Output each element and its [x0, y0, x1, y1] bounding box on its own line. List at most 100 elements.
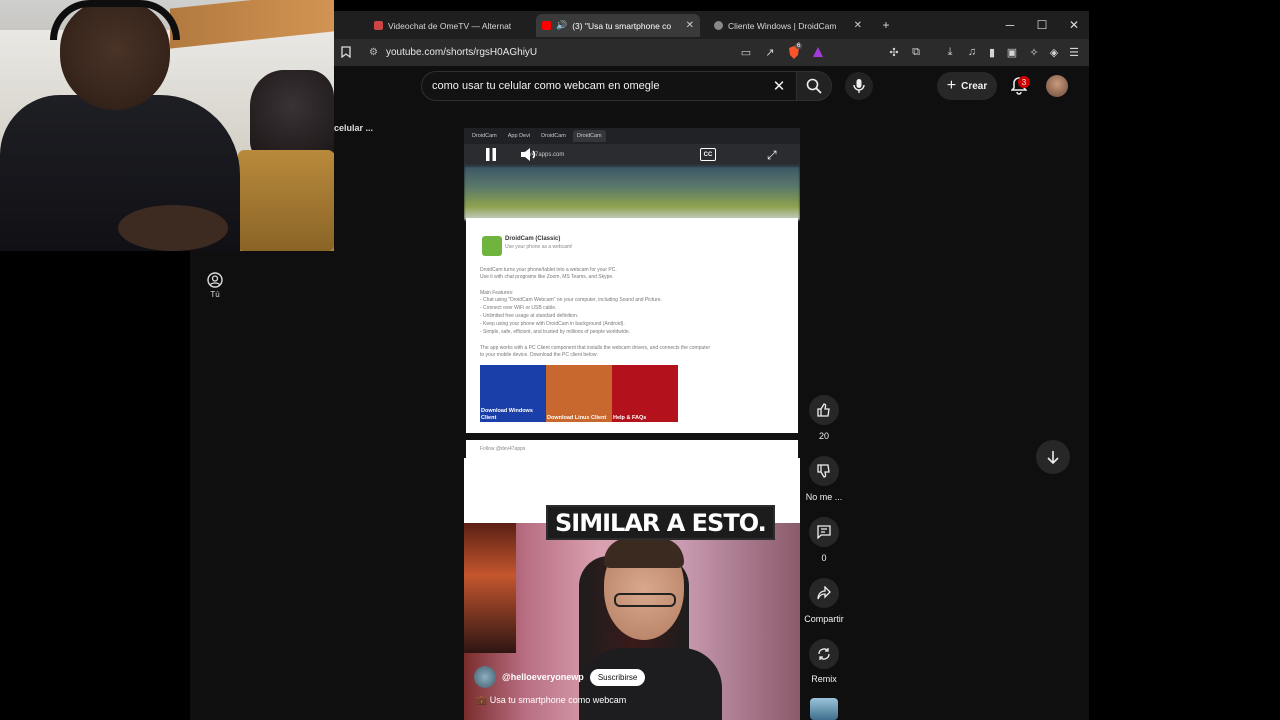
remix-button[interactable] [809, 639, 839, 669]
subscribe-button[interactable]: Suscribirse [589, 668, 646, 686]
short-title[interactable]: 💼 Usa tu smartphone como webcam [476, 695, 626, 706]
account-avatar[interactable] [1046, 75, 1068, 97]
video-caption: SIMILAR A ESTO. [546, 505, 775, 540]
volume-icon [521, 148, 536, 161]
sidebar-item-clipped[interactable]: celular ... [334, 123, 373, 133]
clear-search-icon[interactable]: ✕ [770, 77, 788, 95]
headset [50, 0, 180, 40]
sidebar-item-you[interactable]: Tú [202, 272, 228, 299]
sidebar-item-label: Tú [210, 290, 220, 299]
remix-icon [818, 648, 830, 660]
tab-youtube-short[interactable]: 🔊 (3) "Usa tu smartphone co ✕ [536, 14, 700, 37]
download-linux-tile: Download Linux Client [546, 365, 612, 422]
comments-button[interactable] [809, 517, 839, 547]
thumbs-up-icon [817, 403, 830, 417]
close-tab-icon[interactable]: ✕ [686, 20, 694, 31]
search-button[interactable] [796, 71, 832, 101]
audio-thumbnail[interactable] [810, 698, 838, 720]
pause-button[interactable] [484, 147, 498, 162]
minimize-button[interactable]: ─ [994, 11, 1026, 39]
tile-label: Download Windows Client [481, 408, 533, 421]
site-info-icon[interactable]: ⚙ [369, 47, 378, 58]
inner-tab: DroidCam [541, 133, 566, 139]
notification-count-badge: 3 [1018, 76, 1030, 88]
channel-row: @helloeveryonewp Suscribirse [474, 666, 646, 688]
volume-button[interactable] [520, 147, 538, 162]
desc-line: - Keep using your phone with DroidCam in… [480, 321, 625, 327]
voice-search-button[interactable] [845, 72, 873, 100]
tile-label: Download Linux Client [547, 415, 607, 421]
comment-count: 0 [821, 553, 827, 563]
channel-avatar[interactable] [474, 666, 496, 688]
tile-label: Help & FAQs [613, 415, 647, 421]
download-icon[interactable]: ⤓ [942, 44, 958, 60]
comment-icon [817, 525, 831, 539]
tab-label: Cliente Windows | DroidCam [728, 20, 837, 31]
inner-tab: DroidCam [572, 130, 606, 142]
like-button[interactable] [809, 395, 839, 425]
url-text: youtube.com/shorts/rgsH0AGhiyU [385, 47, 538, 58]
channel-name[interactable]: @helloeveryonewp [502, 672, 584, 682]
next-video-button[interactable] [1036, 440, 1070, 474]
remix-label: Remix [811, 674, 837, 684]
short-video-player[interactable]: DroidCam App Devi DroidCam DroidCam dev4… [464, 128, 800, 720]
briefcase-icon: 💼 [476, 695, 488, 705]
thumbs-down-icon [817, 464, 830, 478]
menu-icon[interactable]: ☰ [1066, 44, 1082, 60]
desc-line: - Unlimited free usage at standard defin… [480, 313, 579, 319]
dislike-button[interactable] [809, 456, 839, 486]
desc-line: Main Features: [480, 290, 514, 296]
tab-droidcam[interactable]: Cliente Windows | DroidCam ✕ [708, 14, 868, 37]
cast-icon[interactable]: ▭ [738, 44, 754, 60]
account-circle-icon [207, 272, 223, 288]
dislike-label: No me ... [805, 492, 843, 502]
vpn-icon[interactable]: ◈ [1046, 44, 1062, 60]
search-query-text: como usar tu celular como webcam en omeg… [432, 80, 660, 92]
droidcam-logo-icon [482, 236, 502, 256]
extensions-icon[interactable]: ✣ [886, 44, 902, 60]
video-inner-tabbar: DroidCam App Devi DroidCam DroidCam [464, 128, 800, 144]
rewards-icon[interactable] [810, 44, 826, 60]
tab-label: Videochat de OmeTV — Alternat [388, 20, 512, 31]
wallet-icon[interactable]: ▣ [1004, 44, 1020, 60]
close-tab-icon[interactable]: ✕ [854, 20, 862, 31]
share-button[interactable] [809, 578, 839, 608]
browser-tab-bar: Videochat de OmeTV — Alternat 🔊 (3) "Usa… [334, 11, 1089, 39]
maximize-button[interactable]: ☐ [1026, 11, 1058, 39]
share-icon[interactable]: ↗ [762, 44, 778, 60]
backpack [250, 70, 334, 160]
leo-ai-icon[interactable]: ✧ [1026, 44, 1042, 60]
close-window-button[interactable]: ✕ [1058, 11, 1090, 39]
help-faq-tile: Help & FAQs [612, 365, 678, 422]
screenshot-icon[interactable]: ⧉ [908, 44, 924, 60]
share-arrow-icon [817, 586, 831, 600]
droidcam-favicon-icon [714, 21, 723, 30]
create-button[interactable]: + Crear [937, 72, 997, 100]
plus-icon: + [946, 77, 957, 94]
browser-toolbar: ⚙ youtube.com/shorts/rgsH0AGhiyU ▭ ↗ 6 ✣… [334, 39, 1089, 66]
app-name: DroidCam (Classic) [505, 236, 561, 242]
ometv-favicon-icon [374, 21, 383, 30]
poster-decoration [464, 523, 516, 653]
search-icon [806, 78, 822, 94]
media-icon[interactable]: ♫ [964, 44, 980, 60]
speaker-glasses [614, 593, 676, 607]
share-label: Compartir [804, 614, 844, 624]
address-bar[interactable]: ⚙ youtube.com/shorts/rgsH0AGhiyU [364, 43, 784, 62]
fullscreen-icon[interactable]: ⤢ [767, 148, 781, 162]
search-input[interactable]: como usar tu celular como webcam en omeg… [421, 71, 797, 101]
desc-line: DroidCam turns your phone/tablet into a … [480, 267, 617, 273]
desc-line: - Simple, safe, efficient, and trusted b… [480, 329, 630, 335]
inner-tab: DroidCam [472, 133, 497, 139]
new-tab-button[interactable]: + [870, 11, 902, 39]
tab-ometv[interactable]: Videochat de OmeTV — Alternat [368, 14, 528, 37]
microphone-icon [853, 79, 865, 93]
bookmark-icon[interactable] [338, 44, 354, 60]
captions-icon[interactable]: CC [700, 148, 716, 161]
sidebar [190, 251, 334, 720]
streamer-knee [118, 205, 228, 251]
arrow-down-icon [1047, 451, 1059, 464]
sidebar-toggle-icon[interactable]: ▮ [984, 44, 1000, 60]
create-label: Crear [961, 80, 988, 92]
pause-icon [486, 148, 496, 161]
